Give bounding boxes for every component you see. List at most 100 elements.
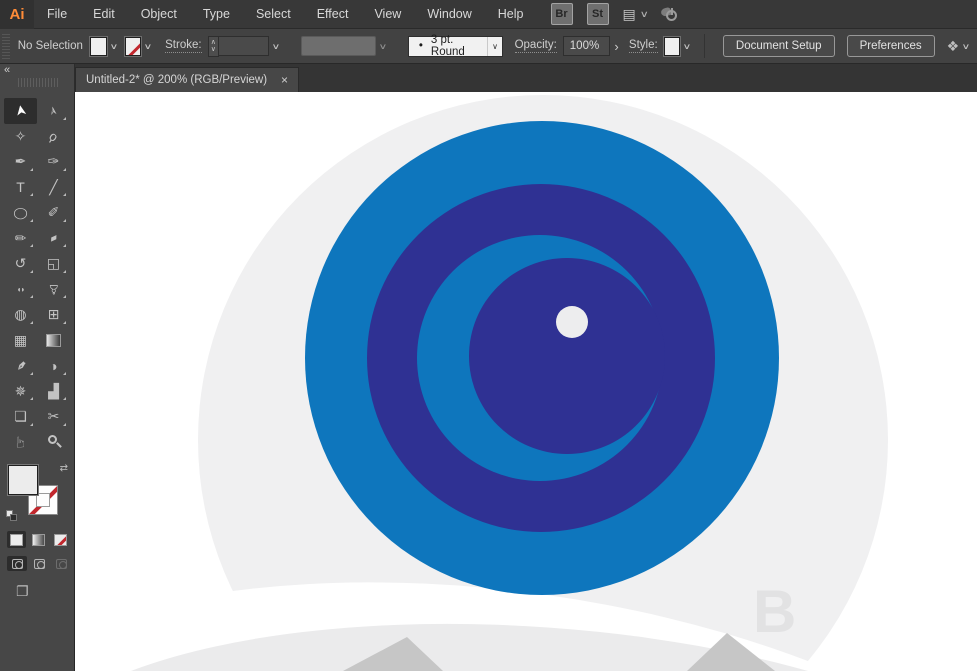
menu-type[interactable]: Type [190, 0, 243, 29]
column-graph-tool[interactable]: ▟ [37, 379, 70, 405]
menu-file[interactable]: File [34, 0, 80, 29]
document-setup-button[interactable]: Document Setup [722, 35, 835, 57]
pen-tool[interactable]: ✒ [4, 149, 37, 175]
width-tool[interactable]: ◖◗ [4, 277, 37, 303]
menu-object[interactable]: Object [128, 0, 190, 29]
selection-status: No Selection [17, 40, 83, 52]
menu-bar: Ai File Edit Object Type Select Effect V… [0, 0, 977, 29]
divider [704, 34, 705, 58]
direct-selection-tool[interactable]: ➢ [37, 98, 70, 124]
scale-icon: ◱ [46, 255, 61, 272]
chevron-down-icon[interactable]: ∨ [487, 36, 502, 56]
line-segment-tool[interactable]: ╱ [37, 175, 70, 201]
stroke-weight-stepper[interactable]: ∧ ∨ [207, 35, 219, 57]
zoom-icon [47, 435, 62, 449]
symbol-sprayer-tool[interactable]: ✵ [4, 379, 37, 405]
ellipse-tool[interactable]: ◯ [4, 200, 37, 226]
workspace-switcher[interactable]: ▤ ∨ [623, 6, 649, 23]
chevron-down-icon[interactable]: ∨ [271, 42, 280, 51]
draw-normal-button[interactable] [7, 556, 27, 571]
chevron-down-icon: ∨ [639, 8, 649, 19]
blend-tool[interactable]: ◑ [37, 353, 70, 379]
align-icon[interactable]: ❖ [947, 38, 960, 55]
menu-effect[interactable]: Effect [304, 0, 362, 29]
perspective-grid-tool[interactable]: ⊞ [37, 302, 70, 328]
type-icon: T [16, 179, 25, 196]
direct-selection-tool-icon: ➢ [45, 104, 62, 117]
draw-inside-button[interactable] [51, 556, 71, 571]
stepper-up-icon[interactable]: ∧ [211, 39, 216, 46]
zoom-tool[interactable] [37, 430, 70, 456]
style-label[interactable]: Style: [628, 39, 658, 53]
selection-tool[interactable]: ➤ [4, 98, 37, 124]
variable-width-profile-dropdown[interactable] [300, 36, 377, 56]
stroke-weight-label[interactable]: Stroke: [165, 39, 202, 53]
menu-edit[interactable]: Edit [80, 0, 128, 29]
magic-wand-icon: ✧ [14, 127, 27, 144]
color-button[interactable] [7, 531, 26, 548]
opacity-input[interactable]: 100% [562, 36, 611, 56]
stroke-swatch[interactable] [124, 36, 142, 56]
screen-mode-button[interactable]: ❐ [16, 583, 74, 600]
app-logo[interactable]: Ai [0, 0, 34, 29]
fill-color-well[interactable] [8, 465, 38, 495]
slice-tool[interactable]: ✂ [37, 404, 70, 430]
tools-panel-header: « [0, 64, 75, 92]
panel-grip[interactable] [2, 33, 10, 59]
chevron-down-icon[interactable]: ∨ [109, 42, 118, 51]
stock-button[interactable]: St [586, 3, 609, 25]
brush-definition-dropdown[interactable]: • 3 pt. Round ∨ [407, 34, 503, 58]
gradient-tool[interactable] [37, 328, 70, 354]
scale-tool[interactable]: ◱ [37, 251, 70, 277]
mesh-tool[interactable]: ▦ [4, 328, 37, 354]
stroke-weight-input[interactable] [218, 36, 269, 56]
pencil-icon: ✏ [14, 229, 27, 246]
control-bar: No Selection ∨ ∨ Stroke: ∧ ∨ ∨ ∨ • 3 pt.… [0, 29, 977, 64]
draw-behind-button[interactable] [29, 556, 49, 571]
chevron-down-icon[interactable]: ∨ [962, 42, 971, 51]
type-tool[interactable]: T [4, 175, 37, 201]
eyedropper-tool[interactable]: ✒ [4, 353, 37, 379]
hand-tool[interactable]: ☞ [4, 430, 37, 456]
fill-swatch[interactable] [90, 36, 107, 56]
chevron-down-icon[interactable]: ∨ [144, 42, 153, 51]
menu-select[interactable]: Select [243, 0, 304, 29]
rotate-tool[interactable]: ↺ [4, 251, 37, 277]
paintbrush-tool[interactable]: ✐ [37, 200, 70, 226]
brush-preset-label: 3 pt. Round [430, 34, 465, 58]
opacity-popout-arrow[interactable]: › [610, 36, 623, 56]
panel-drag-grip[interactable] [18, 78, 58, 87]
menu-window[interactable]: Window [414, 0, 484, 29]
menu-help[interactable]: Help [485, 0, 537, 29]
perspective-grid-icon: ⊞ [47, 306, 60, 323]
collapse-panel-icon[interactable]: « [4, 64, 10, 76]
artboard-canvas[interactable]: B [75, 92, 977, 671]
shape-builder-icon: ◍ [14, 306, 27, 323]
default-fill-stroke-icon[interactable] [6, 510, 18, 521]
menu-view[interactable]: View [361, 0, 414, 29]
gradient-button[interactable] [29, 531, 48, 548]
stepper-down-icon[interactable]: ∨ [211, 46, 216, 53]
artboard-icon: ❏ [14, 408, 27, 425]
style-swatch[interactable] [663, 36, 681, 56]
magic-wand-tool[interactable]: ✧ [4, 124, 37, 150]
pencil-tool[interactable]: ✏ [4, 226, 37, 252]
lens-highlight-dot [556, 306, 588, 338]
opacity-label[interactable]: Opacity: [514, 39, 557, 53]
chevron-down-icon[interactable]: ∨ [683, 42, 692, 51]
eraser-tool[interactable]: ▰ [37, 226, 70, 252]
shape-builder-tool[interactable]: ◍ [4, 302, 37, 328]
artboard-tool[interactable]: ❏ [4, 404, 37, 430]
document-tab-title: Untitled-2* @ 200% (RGB/Preview) [86, 74, 268, 86]
puppet-warp-tool[interactable]: ♙ [37, 277, 70, 303]
preferences-button[interactable]: Preferences [846, 35, 935, 57]
lasso-tool[interactable]: ϙ [37, 124, 70, 150]
document-tab[interactable]: Untitled-2* @ 200% (RGB/Preview) × [75, 67, 300, 92]
close-icon[interactable]: × [281, 73, 288, 87]
none-button[interactable] [51, 531, 70, 548]
cc-sync-icon[interactable] [660, 6, 678, 22]
bridge-button[interactable]: Br [550, 3, 573, 25]
curvature-tool[interactable]: ✑ [37, 149, 70, 175]
swap-fill-stroke-icon[interactable]: ⇄ [60, 463, 68, 474]
gradient-icon [46, 333, 61, 347]
